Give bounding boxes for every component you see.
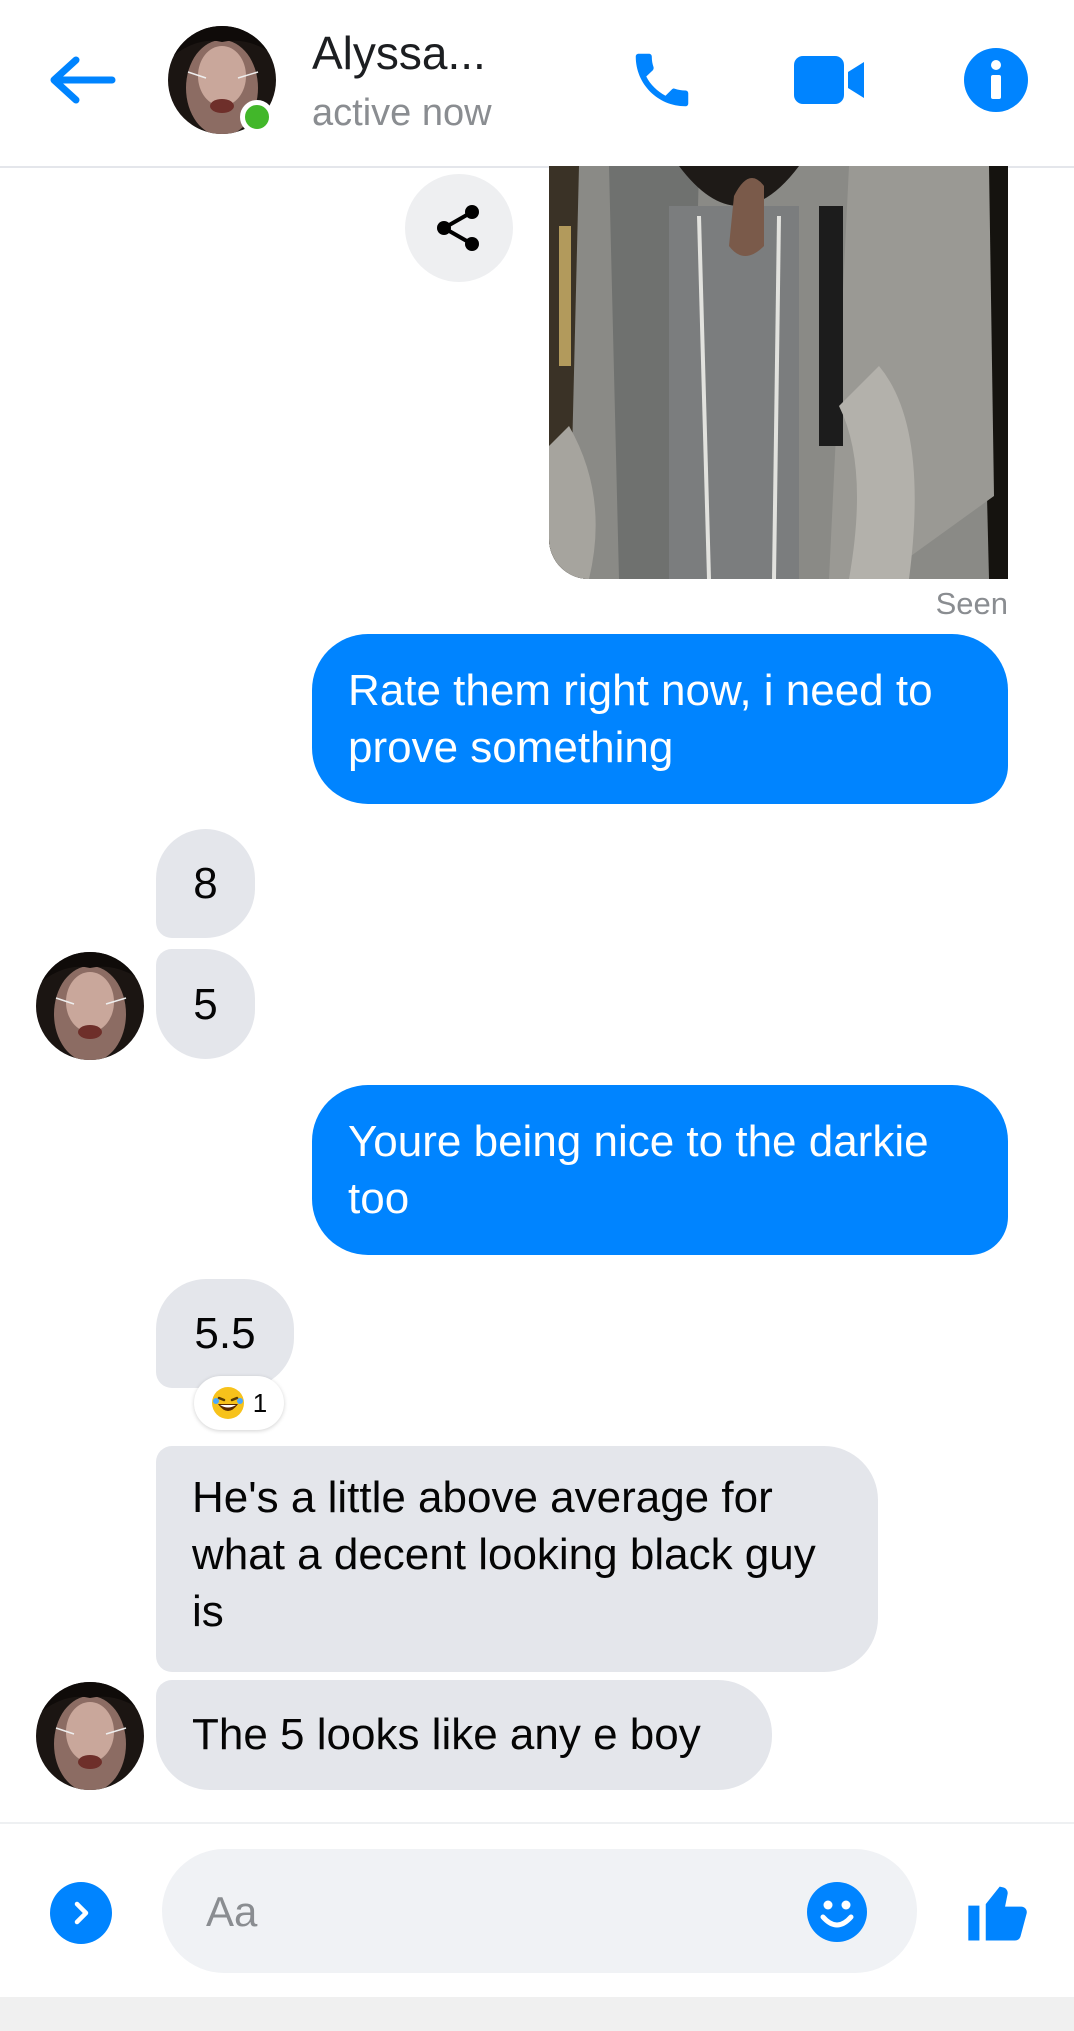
thumbs-up-icon bbox=[968, 1886, 1027, 1941]
phone-icon bbox=[635, 53, 689, 107]
back-button[interactable] bbox=[40, 40, 120, 120]
contact-status: active now bbox=[312, 92, 492, 134]
outgoing-message[interactable]: Youre being nice to the darkie too bbox=[312, 1085, 1008, 1255]
incoming-message[interactable]: 8 bbox=[156, 829, 255, 938]
avatar-image bbox=[36, 952, 144, 1060]
sender-avatar[interactable] bbox=[36, 1682, 144, 1790]
incoming-message[interactable]: 5 bbox=[156, 949, 255, 1059]
video-camera-icon bbox=[794, 56, 864, 104]
incoming-message[interactable]: He's a little above average for what a d… bbox=[156, 1446, 878, 1672]
shared-photo[interactable] bbox=[549, 166, 1008, 579]
outgoing-message[interactable]: Rate them right now, i need to prove som… bbox=[312, 634, 1008, 804]
smiley-icon bbox=[807, 1882, 867, 1942]
online-indicator bbox=[240, 100, 274, 134]
voice-call-button[interactable] bbox=[620, 38, 704, 122]
message-reaction[interactable]: 1 bbox=[194, 1376, 284, 1430]
back-arrow-icon bbox=[50, 56, 116, 104]
share-icon bbox=[437, 205, 479, 251]
system-nav-bar bbox=[0, 1997, 1074, 2031]
share-button[interactable] bbox=[405, 174, 513, 282]
input-placeholder: Aa bbox=[206, 1888, 258, 1935]
info-button[interactable] bbox=[960, 44, 1032, 116]
video-call-button[interactable] bbox=[784, 38, 876, 122]
like-button[interactable] bbox=[962, 1874, 1038, 1950]
laughing-face-icon bbox=[211, 1387, 244, 1419]
avatar-image bbox=[36, 1682, 144, 1790]
photo-image bbox=[549, 166, 1008, 579]
chat-header bbox=[0, 0, 1074, 168]
expand-actions-button[interactable] bbox=[50, 1882, 112, 1944]
emoji-button[interactable] bbox=[806, 1881, 868, 1943]
seen-indicator: Seen bbox=[935, 586, 1008, 621]
contact-name[interactable]: Alyssa... bbox=[312, 26, 486, 80]
message-input[interactable] bbox=[162, 1849, 917, 1973]
incoming-message[interactable]: The 5 looks like any e boy bbox=[156, 1680, 772, 1790]
reaction-count: 1 bbox=[252, 1387, 268, 1418]
sender-avatar[interactable] bbox=[36, 952, 144, 1060]
incoming-message[interactable]: 5.5 bbox=[156, 1279, 294, 1388]
info-icon bbox=[964, 48, 1028, 112]
chevron-right-icon bbox=[74, 1901, 89, 1925]
